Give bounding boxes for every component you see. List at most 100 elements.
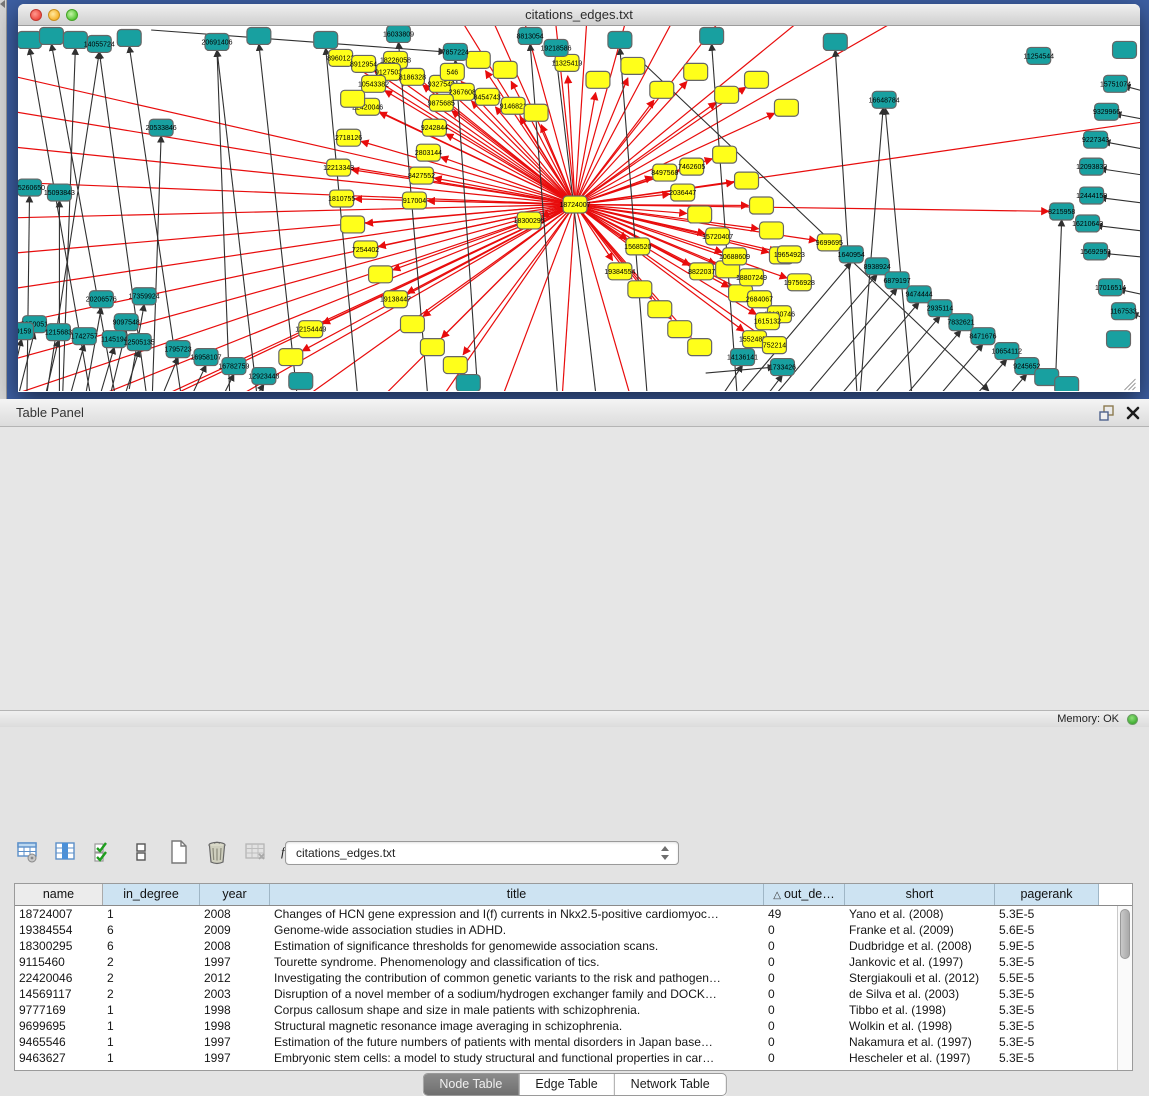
table-cell[interactable]: Estimation of significance thresholds fo… (270, 938, 764, 954)
column-header-out_de[interactable]: △out_de… (764, 884, 845, 905)
table-cell[interactable]: Hescheler et al. (1997) (845, 1050, 995, 1066)
graph-node[interactable]: 18300295 (514, 212, 545, 229)
table-cell[interactable]: 2 (103, 954, 200, 970)
graph-node[interactable] (18, 31, 41, 48)
graph-node[interactable]: 2718126 (335, 129, 362, 146)
graph-node[interactable] (668, 321, 692, 338)
graph-node[interactable] (39, 27, 63, 44)
table-cell[interactable]: Genome-wide association studies in ADHD. (270, 922, 764, 938)
graph-node[interactable] (688, 339, 712, 356)
graph-node[interactable]: 752214 (762, 337, 786, 354)
graph-node[interactable]: 7254402 (352, 241, 379, 258)
graph-node[interactable] (314, 31, 338, 48)
table-cell[interactable]: 1997 (200, 1034, 270, 1050)
graph-node[interactable] (341, 216, 365, 233)
table-cell[interactable]: 5.3E-5 (995, 986, 1099, 1002)
graph-node[interactable]: 12093832 (1076, 158, 1107, 175)
graph-node[interactable] (608, 31, 632, 48)
graph-node[interactable]: 2803144 (415, 144, 442, 161)
graph-node[interactable]: 15692951 (1080, 243, 1111, 260)
table-row[interactable]: 946362711997Embryonic stem cells: a mode… (15, 1050, 1132, 1066)
table-row[interactable]: 1830029562008Estimation of significance … (15, 938, 1132, 954)
graph-node[interactable]: 20691406 (201, 33, 232, 50)
panel-collapse-icon[interactable] (0, 0, 5, 8)
table-selector-dropdown[interactable]: citations_edges.txt (285, 841, 679, 865)
graph-node[interactable] (341, 90, 365, 107)
table-cell[interactable]: 1997 (200, 954, 270, 970)
graph-node[interactable]: 8427552 (408, 167, 435, 184)
graph-node[interactable] (735, 172, 759, 189)
table-cell[interactable]: 9115460 (15, 954, 103, 970)
graph-node[interactable]: 11254544 (1023, 47, 1054, 64)
graph-node[interactable]: 16782759 (218, 358, 249, 375)
graph-node[interactable]: 10654112 (992, 343, 1023, 360)
graph-node[interactable]: 8813054 (517, 27, 544, 44)
table-cell[interactable]: 1 (103, 906, 200, 922)
canvas-resize-grip[interactable] (1125, 379, 1136, 390)
graph-node[interactable] (750, 197, 774, 214)
table-cell[interactable]: Corpus callosum shape and size in male p… (270, 1002, 764, 1018)
table-cell[interactable]: Changes of HCN gene expression and I(f) … (270, 906, 764, 922)
table-cell[interactable]: 0 (764, 986, 845, 1002)
table-cell[interactable]: Embryonic stem cells: a model to study s… (270, 1050, 764, 1066)
column-header-in_degree[interactable]: in_degree (103, 884, 200, 905)
table-cell[interactable]: Jankovic et al. (1997) (845, 954, 995, 970)
graph-node[interactable]: 16033809 (383, 26, 414, 42)
graph-node[interactable]: 8215958 (1048, 203, 1075, 220)
graph-node[interactable]: 19218586 (541, 39, 572, 56)
table-cell[interactable]: 6 (103, 938, 200, 954)
table-row[interactable]: 1872400712008Changes of HCN gene express… (15, 906, 1132, 922)
graph-node[interactable]: 15751074 (1100, 75, 1131, 92)
graph-node[interactable]: 1810755 (328, 190, 355, 207)
graph-node[interactable]: 8497568 (651, 164, 678, 181)
graph-node[interactable]: 12154449 (295, 321, 326, 338)
graph-node[interactable]: 12213343 (323, 159, 354, 176)
table-cell[interactable]: 5.3E-5 (995, 1034, 1099, 1050)
graph-node[interactable]: 8822037 (688, 263, 715, 280)
table-cell[interactable]: 18300295 (15, 938, 103, 954)
graph-node[interactable]: 15720407 (702, 228, 733, 245)
select-column-icon[interactable] (50, 838, 80, 866)
graph-node[interactable]: 1167533 (1110, 303, 1137, 320)
table-cell[interactable]: Estimation of the future numbers of pati… (270, 1034, 764, 1050)
graph-node[interactable] (117, 29, 141, 46)
graph-node[interactable] (456, 375, 480, 391)
graph-node[interactable]: 12444158 (1076, 187, 1107, 204)
table-cell[interactable]: Disruption of a novel member of a sodium… (270, 986, 764, 1002)
graph-node[interactable]: 14136141 (727, 349, 758, 366)
table-cell[interactable]: 5.3E-5 (995, 954, 1099, 970)
table-cell[interactable]: 0 (764, 922, 845, 938)
table-cell[interactable]: Stergiakouli et al. (2012) (845, 970, 995, 986)
column-header-title[interactable]: title (270, 884, 764, 905)
graph-node[interactable]: 9474444 (905, 286, 932, 303)
graph-node[interactable] (823, 33, 847, 50)
graph-node[interactable]: 8912954 (350, 55, 377, 72)
table-cell[interactable]: 2008 (200, 938, 270, 954)
graph-node[interactable] (760, 222, 784, 239)
graph-node[interactable] (524, 104, 548, 121)
table-cell[interactable]: 0 (764, 970, 845, 986)
graph-node[interactable]: 17016514 (1095, 279, 1126, 296)
table-cell[interactable]: Nakamura et al. (1997) (845, 1034, 995, 1050)
table-cell[interactable]: 1998 (200, 1018, 270, 1034)
graph-node[interactable] (628, 281, 652, 298)
table-cell[interactable]: Structural magnetic resonance image aver… (270, 1018, 764, 1034)
table-cell[interactable]: 49 (764, 906, 845, 922)
graph-node[interactable]: 25260650 (18, 179, 45, 196)
close-panel-icon[interactable] (1124, 404, 1142, 422)
graph-node[interactable]: 546 (440, 63, 464, 80)
network-canvas[interactable]: 1872400789601238912954182260589127503105… (18, 26, 1140, 391)
table-cell[interactable]: 0 (764, 1050, 845, 1066)
table-cell[interactable]: 5.3E-5 (995, 1018, 1099, 1034)
graph-node[interactable]: 20533846 (146, 119, 177, 136)
scrollbar-thumb[interactable] (1120, 909, 1130, 959)
graph-node[interactable] (466, 51, 490, 68)
table-cell[interactable]: 22420046 (15, 970, 103, 986)
graph-node[interactable] (369, 266, 393, 283)
table-cell[interactable]: Investigating the contribution of common… (270, 970, 764, 986)
graph-node[interactable]: 7832621 (947, 314, 974, 331)
float-window-icon[interactable] (1098, 404, 1118, 422)
table-cell[interactable]: 5.6E-5 (995, 922, 1099, 938)
table-cell[interactable]: 2012 (200, 970, 270, 986)
vertical-scrollbar[interactable] (1117, 906, 1132, 1070)
